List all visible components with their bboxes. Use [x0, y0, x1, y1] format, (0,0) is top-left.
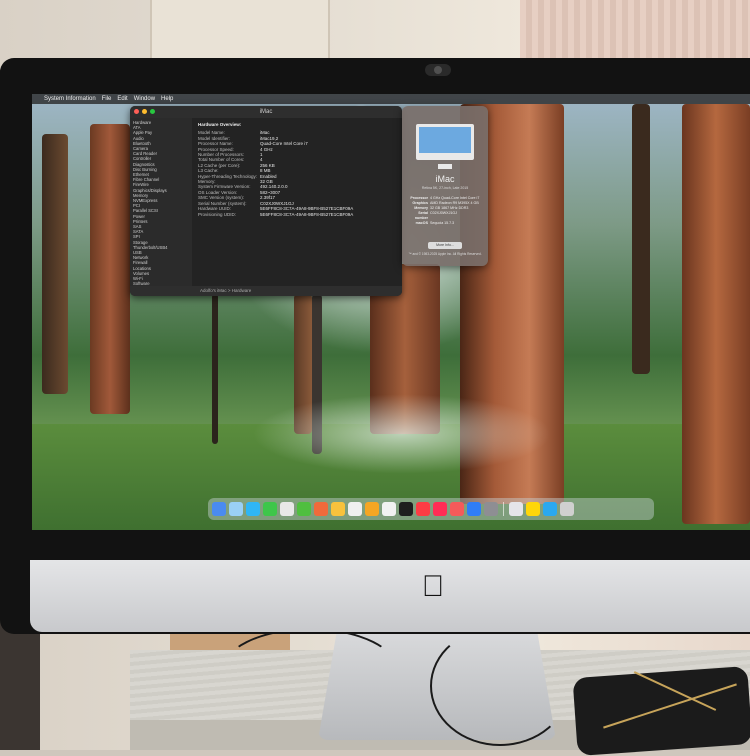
spec-row: Provisioning UDID: 5E6FF8C8-3C7A-49A8-9BF… [198, 212, 396, 217]
dock-app-icon[interactable] [297, 502, 311, 516]
dock-app-icon[interactable] [433, 502, 447, 516]
dock-app-icon[interactable] [467, 502, 481, 516]
apple-logo-icon:  [418, 570, 448, 604]
minimize-button[interactable] [142, 109, 147, 114]
imac-icon-stand [438, 164, 452, 169]
spec-list: Model Name: iMac Model Identifier: iMac19,2… [198, 130, 396, 217]
dock-app-icon[interactable] [399, 502, 413, 516]
imac-chin [30, 560, 750, 632]
about-spec-list: Processor 4 GHz Quad-Core Intel Core i7 Gr… [408, 196, 486, 226]
about-spec-key: Serial number [414, 211, 428, 220]
menu-edit[interactable]: Edit [117, 94, 127, 104]
spec-key: Provisioning UDID: [198, 211, 237, 217]
menu-file[interactable]: File [102, 94, 112, 104]
close-button[interactable] [134, 109, 139, 114]
tree-trunk [42, 134, 68, 394]
imac-icon [416, 124, 474, 160]
menu-app-name[interactable]: System Information [44, 94, 96, 104]
dock-app-icon[interactable] [560, 502, 574, 516]
spec-value: 5E6FF8C8-3C7A-49A8-9BF8-B527E1CBF09A [260, 211, 354, 217]
more-info-button[interactable]: More Info... [428, 242, 462, 249]
dock-app-icon[interactable] [263, 502, 277, 516]
about-spec-value: C02XJ0WXJ1GJ [430, 211, 457, 215]
dock [208, 498, 654, 520]
dock-app-icon[interactable] [280, 502, 294, 516]
about-spec-value: Sequoia 15.7.3 [430, 221, 455, 225]
menu-help[interactable]: Help [161, 94, 173, 104]
tree-trunk [682, 104, 750, 524]
copyright-text: ™ and © 1983-2025 Apple Inc. All Rights … [408, 252, 482, 256]
dock-app-icon[interactable] [212, 502, 226, 516]
about-spec-key: macOS [415, 221, 428, 225]
dock-separator [503, 502, 504, 516]
about-spec-row: Serial number C02XJ0WXJ1GJ [408, 211, 486, 221]
dock-app-icon[interactable] [543, 502, 557, 516]
window-title: iMac [130, 106, 402, 118]
about-spec-row: macOS Sequoia 15.7.3 [408, 221, 486, 226]
model-subtitle: Retina 5K, 27-inch, Late 2015 [421, 186, 469, 190]
usb-cable [430, 626, 570, 746]
path-bar: Adolfo's iMac > Hardware [130, 286, 402, 296]
tree-trunk [90, 124, 130, 414]
about-this-mac-window: iMac Retina 5K, 27-inch, Late 2015 Proce… [402, 106, 488, 266]
dock-app-icon[interactable] [365, 502, 379, 516]
dock-app-icon[interactable] [314, 502, 328, 516]
mist [252, 394, 552, 474]
overview-heading: Hardware Overview: [198, 122, 242, 127]
model-name: iMac [435, 174, 455, 184]
menu-bar: System Information File Edit Window Help [32, 94, 750, 104]
dock-app-icon[interactable] [509, 502, 523, 516]
dock-app-icon[interactable] [382, 502, 396, 516]
camera-icon [425, 64, 451, 76]
sidebar: Hardware ATA Apple Pay Audio Bluetooth Camera… [130, 118, 192, 286]
hardware-overview: Hardware Overview: Model Name: iMac Model … [192, 118, 402, 286]
power-cable [220, 628, 400, 718]
menu-window[interactable]: Window [134, 94, 155, 104]
dock-app-icon[interactable] [331, 502, 345, 516]
screen: System Information File Edit Window Help… [32, 94, 750, 530]
dock-app-icon[interactable] [416, 502, 430, 516]
dock-app-icon[interactable] [229, 502, 243, 516]
dock-app-icon[interactable] [348, 502, 362, 516]
tree-trunk [632, 104, 650, 374]
zoom-button[interactable] [150, 109, 155, 114]
system-information-window: iMac Hardware ATA Apple Pay Audio Bluetooth C… [130, 106, 402, 296]
dock-app-icon[interactable] [450, 502, 464, 516]
dock-app-icon[interactable] [484, 502, 498, 516]
mouse-pad [572, 665, 750, 756]
dock-app-icon[interactable] [246, 502, 260, 516]
window-controls [134, 109, 155, 114]
dock-app-icon[interactable] [526, 502, 540, 516]
tree-trunk [212, 294, 218, 444]
